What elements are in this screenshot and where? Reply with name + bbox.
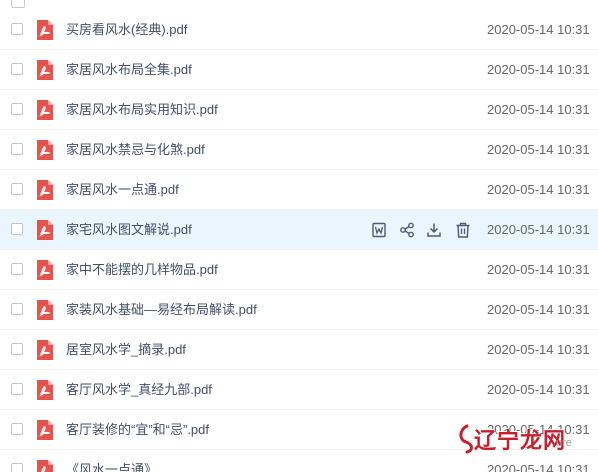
select-checkbox[interactable] (11, 143, 23, 155)
pdf-file-icon (37, 380, 53, 400)
pdf-file-icon (37, 140, 53, 160)
select-checkbox[interactable] (11, 103, 23, 115)
file-date: 2020-05-14 10:31 (487, 382, 590, 397)
trash-icon[interactable] (455, 222, 471, 238)
file-date: 2020-05-14 10:31 (487, 462, 590, 472)
file-row[interactable]: 客厅装修的“宜”和“忌”.pdf 2020-05-14 10:31 (0, 410, 598, 450)
file-date: 2020-05-14 10:31 (487, 222, 590, 237)
select-checkbox[interactable] (11, 343, 23, 355)
file-row[interactable]: 家居风水布局实用知识.pdf 2020-05-14 10:31 (0, 90, 598, 130)
file-name[interactable]: 居室风水学_摘录.pdf (66, 342, 186, 358)
file-date: 2020-05-14 10:31 (487, 342, 590, 357)
file-name[interactable]: 家居风水布局全集.pdf (66, 62, 192, 78)
file-name[interactable]: 家居风水禁忌与化煞.pdf (66, 142, 205, 158)
file-date: 2020-05-14 10:31 (487, 22, 590, 37)
file-date: 2020-05-14 10:31 (487, 422, 590, 437)
pdf-file-icon (37, 420, 53, 440)
file-row[interactable]: 家居风水一点通.pdf 2020-05-14 10:31 (0, 170, 598, 210)
file-list: 买房看风水(经典).pdf 2020-05-14 10:31 家居风水布局全集.… (0, 0, 598, 472)
download-icon[interactable] (426, 222, 442, 238)
file-name[interactable]: 家中不能摆的几样物品.pdf (66, 262, 218, 278)
file-date: 2020-05-14 10:31 (487, 62, 590, 77)
file-row[interactable]: 居室风水学_摘录.pdf 2020-05-14 10:31 (0, 330, 598, 370)
select-checkbox[interactable] (11, 63, 23, 75)
file-name[interactable]: 家居风水一点通.pdf (66, 182, 179, 198)
select-checkbox[interactable] (11, 463, 23, 472)
file-row[interactable]: 家装风水基础—易经布局解读.pdf 2020-05-14 10:31 (0, 290, 598, 330)
file-date: 2020-05-14 10:31 (487, 102, 590, 117)
select-checkbox[interactable] (11, 423, 23, 435)
file-date: 2020-05-14 10:31 (487, 182, 590, 197)
file-name[interactable]: 客厅风水学_真经九部.pdf (66, 382, 212, 398)
file-name[interactable]: 买房看风水(经典).pdf (66, 22, 187, 38)
file-row[interactable]: 《风水一点通》 2020-05-14 10:31 (0, 450, 598, 472)
file-date: 2020-05-14 10:31 (487, 262, 590, 277)
pdf-file-icon (37, 340, 53, 360)
pdf-file-icon (37, 460, 53, 472)
select-checkbox[interactable] (11, 223, 23, 235)
select-checkbox[interactable] (11, 183, 23, 195)
file-name[interactable]: 家宅风水图文解说.pdf (66, 222, 192, 238)
file-name[interactable]: 家居风水布局实用知识.pdf (66, 102, 218, 118)
share-icon[interactable] (399, 222, 415, 238)
file-row-hovered[interactable]: 家宅风水图文解说.pdf 2020-05-14 10:31 (0, 210, 598, 250)
pdf-file-icon (37, 220, 53, 240)
file-date: 2020-05-14 10:31 (487, 302, 590, 317)
select-checkbox[interactable] (11, 23, 23, 35)
word-doc-icon[interactable] (371, 222, 387, 238)
file-row[interactable]: 家中不能摆的几样物品.pdf 2020-05-14 10:31 (0, 250, 598, 290)
pdf-file-icon (37, 300, 53, 320)
file-date: 2020-05-14 10:31 (487, 142, 590, 157)
pdf-file-icon (37, 260, 53, 280)
file-row[interactable]: 家居风水禁忌与化煞.pdf 2020-05-14 10:31 (0, 130, 598, 170)
file-name[interactable]: 《风水一点通》 (66, 462, 157, 472)
file-name[interactable]: 客厅装修的“宜”和“忌”.pdf (66, 422, 209, 438)
file-row[interactable]: 买房看风水(经典).pdf 2020-05-14 10:31 (0, 10, 598, 50)
select-checkbox[interactable] (11, 263, 23, 275)
pdf-file-icon (37, 60, 53, 80)
pdf-file-icon (37, 180, 53, 200)
pdf-file-icon (37, 20, 53, 40)
pdf-file-icon (37, 100, 53, 120)
select-checkbox[interactable] (11, 303, 23, 315)
file-row[interactable]: 客厅风水学_真经九部.pdf 2020-05-14 10:31 (0, 370, 598, 410)
select-checkbox[interactable] (11, 0, 25, 8)
file-row[interactable]: 家居风水布局全集.pdf 2020-05-14 10:31 (0, 50, 598, 90)
file-name[interactable]: 家装风水基础—易经布局解读.pdf (66, 302, 257, 318)
select-checkbox[interactable] (11, 383, 23, 395)
